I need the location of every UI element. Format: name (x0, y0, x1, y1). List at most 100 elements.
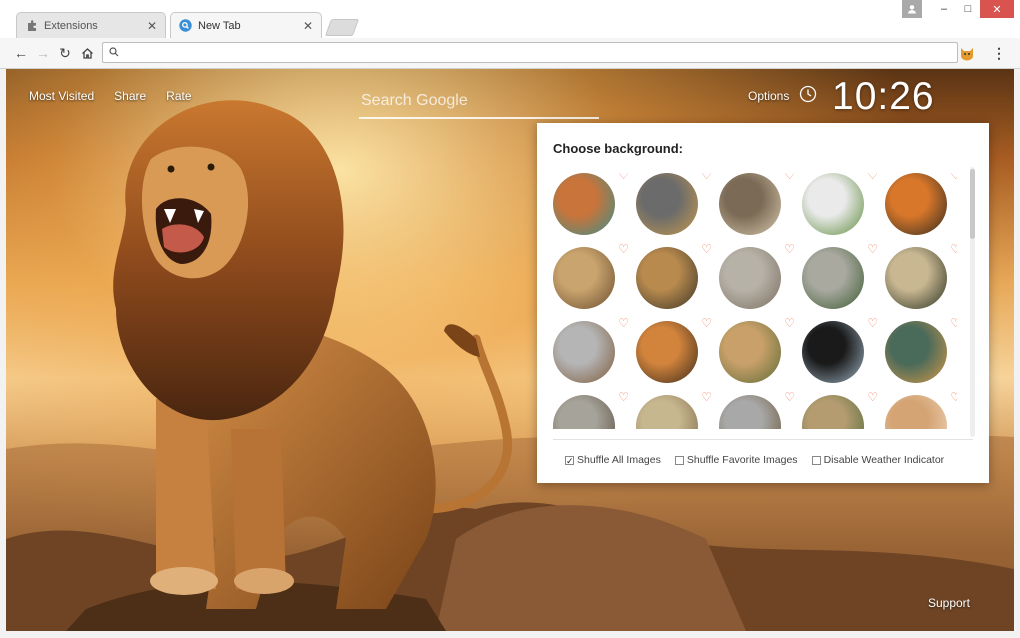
background-thumbnail[interactable]: ♡ (719, 173, 795, 235)
tigers-snow-thumbnail[interactable] (553, 321, 615, 383)
snow-leopard-thumbnail[interactable] (802, 247, 864, 309)
wildcat-snarl-thumbnail[interactable] (553, 247, 615, 309)
cub-forest-thumbnail[interactable] (719, 321, 781, 383)
background-thumbnail[interactable]: ♡ (719, 317, 795, 383)
search-icon (109, 44, 119, 62)
background-thumbnail[interactable]: ♡ (636, 317, 712, 383)
tiger-face-thumbnail[interactable] (885, 173, 947, 235)
background-thumbnail[interactable]: ♡ (636, 173, 712, 235)
close-icon[interactable]: ✕ (303, 20, 313, 32)
close-icon[interactable]: ✕ (147, 20, 157, 32)
search-input[interactable] (359, 85, 603, 117)
menu-icon[interactable]: ⋮ (992, 44, 1006, 62)
favorite-heart-icon[interactable]: ♡ (867, 391, 878, 403)
background-thumbnail[interactable]: ♡ (885, 391, 957, 429)
favorite-heart-icon[interactable]: ♡ (784, 317, 795, 329)
cheetah-face-thumbnail[interactable] (885, 247, 947, 309)
background-thumbnail[interactable]: ♡ (885, 173, 957, 235)
minimize-icon[interactable]: – (932, 0, 956, 18)
disable-weather-checkbox[interactable] (811, 455, 821, 465)
favorite-heart-icon[interactable]: ♡ (701, 391, 712, 403)
tab-extensions[interactable]: Extensions ✕ (16, 12, 166, 38)
favorite-heart-icon[interactable]: ♡ (867, 243, 878, 255)
background-thumbnail[interactable]: ♡ (719, 243, 795, 309)
divider (553, 439, 973, 440)
shuffle-all-option[interactable]: ✓ Shuffle All Images (565, 454, 661, 466)
background-thumbnail[interactable]: ♡ (553, 243, 629, 309)
favorite-heart-icon[interactable]: ♡ (950, 243, 957, 255)
background-thumbnail[interactable]: ♡ (802, 243, 878, 309)
tiger-water-thumbnail[interactable] (885, 321, 947, 383)
background-thumbnail[interactable]: ♡ (719, 391, 795, 429)
title-bar: Extensions ✕ New Tab ✕ – □ ✕ (0, 0, 1020, 38)
leopard-rest-thumbnail[interactable] (719, 395, 781, 429)
shuffle-all-checkbox[interactable]: ✓ (565, 455, 574, 465)
white-tiger-dark-thumbnail[interactable] (802, 321, 864, 383)
profile-icon[interactable] (902, 0, 922, 18)
back-icon[interactable]: ← (12, 44, 30, 62)
favorite-heart-icon[interactable]: ♡ (867, 317, 878, 329)
address-bar[interactable] (102, 42, 958, 63)
favorite-heart-icon[interactable]: ♡ (784, 391, 795, 403)
panel-scrollbar[interactable] (970, 167, 975, 437)
lynx-thumbnail[interactable] (719, 247, 781, 309)
new-tab-button[interactable] (324, 19, 360, 36)
tiger-running-thumbnail[interactable] (636, 321, 698, 383)
favorite-heart-icon[interactable]: ♡ (618, 317, 629, 329)
rate-link[interactable]: Rate (166, 89, 191, 103)
tab-new-tab[interactable]: New Tab ✕ (170, 12, 322, 38)
window-close-icon[interactable]: ✕ (980, 0, 1014, 18)
favorite-heart-icon[interactable]: ♡ (618, 243, 629, 255)
white-tiger-cub-thumbnail[interactable] (802, 173, 864, 235)
background-thumbnail[interactable]: ♡ (885, 317, 957, 383)
favorite-heart-icon[interactable]: ♡ (618, 391, 629, 403)
leopard-cubs-thumbnail[interactable] (636, 247, 698, 309)
favorite-heart-icon[interactable]: ♡ (950, 173, 957, 181)
favorite-heart-icon[interactable]: ♡ (950, 391, 957, 403)
background-thumbnail[interactable]: ♡ (553, 391, 629, 429)
disable-weather-option[interactable]: Disable Weather Indicator (811, 454, 945, 466)
option-label: Disable Weather Indicator (823, 454, 945, 466)
favorite-heart-icon[interactable]: ♡ (701, 243, 712, 255)
cheetah-grass-thumbnail[interactable] (636, 395, 698, 429)
cat-extension-icon[interactable] (958, 44, 976, 62)
background-thumbnail[interactable]: ♡ (636, 243, 712, 309)
shuffle-favorite-option[interactable]: Shuffle Favorite Images (674, 454, 798, 466)
background-thumbnail-grid: ♡ ♡ ♡ ♡ ♡ ♡ ♡ ♡ ♡ ♡ ♡ ♡ ♡ ♡ ♡ ♡ ♡ ♡ ♡ ♡ (553, 173, 957, 429)
new-tab-page: Most Visited Share Rate Options 10:26 Ch… (6, 69, 1014, 631)
lion-sketch-thumbnail[interactable] (719, 173, 781, 235)
puma-thumbnail[interactable] (885, 395, 947, 429)
forward-icon[interactable]: → (34, 44, 52, 62)
address-input[interactable] (125, 44, 957, 61)
home-icon[interactable] (78, 44, 96, 62)
shuffle-favorite-checkbox[interactable] (674, 455, 684, 465)
background-thumbnail[interactable]: ♡ (553, 317, 629, 383)
background-thumbnail[interactable]: ♡ (636, 391, 712, 429)
scrollbar-thumb[interactable] (970, 169, 975, 239)
favorite-heart-icon[interactable]: ♡ (950, 317, 957, 329)
background-thumbnail[interactable]: ♡ (802, 391, 878, 429)
options-link[interactable]: Options (748, 89, 789, 103)
favorite-heart-icon[interactable]: ♡ (867, 173, 878, 181)
maximize-icon[interactable]: □ (956, 0, 980, 18)
background-thumbnail[interactable]: ♡ (885, 243, 957, 309)
background-thumbnail[interactable]: ♡ (553, 173, 629, 235)
background-thumbnail[interactable]: ♡ (802, 317, 878, 383)
most-visited-link[interactable]: Most Visited (29, 89, 94, 103)
reload-icon[interactable]: ↻ (56, 44, 74, 62)
favorite-heart-icon[interactable]: ♡ (618, 173, 629, 181)
clock-icon[interactable] (799, 85, 817, 103)
favorite-heart-icon[interactable]: ♡ (784, 173, 795, 181)
background-thumbnail[interactable]: ♡ (802, 173, 878, 235)
support-link[interactable]: Support (928, 596, 970, 610)
favorite-heart-icon[interactable]: ♡ (701, 317, 712, 329)
share-link[interactable]: Share (114, 89, 146, 103)
snow-leopard-cub-thumbnail[interactable] (553, 395, 615, 429)
window-controls: – □ ✕ (902, 0, 1014, 18)
lion-face-thumbnail[interactable] (553, 173, 615, 235)
favorite-heart-icon[interactable]: ♡ (701, 173, 712, 181)
favorite-heart-icon[interactable]: ♡ (784, 243, 795, 255)
tiger-walking-thumbnail[interactable] (636, 173, 698, 235)
search-icon (179, 19, 192, 32)
cheetahs-pair-thumbnail[interactable] (802, 395, 864, 429)
